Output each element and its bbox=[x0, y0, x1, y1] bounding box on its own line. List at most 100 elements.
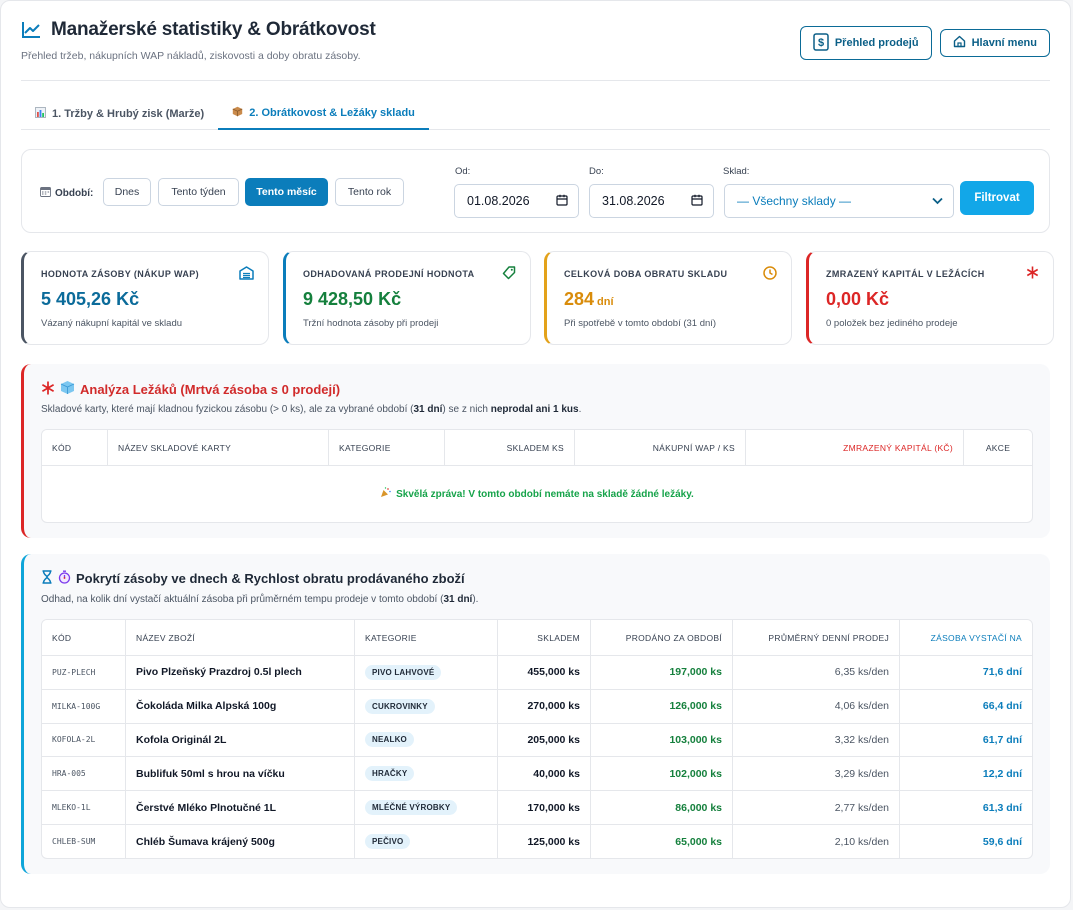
table-cell: 65,000 ks bbox=[591, 824, 733, 858]
category-badge: PEČIVO bbox=[365, 834, 411, 850]
dollar-icon: $ bbox=[813, 32, 829, 54]
kpi-sale-value: ODHADOVANÁ PRODEJNÍ HODNOTA 9 428,50 Kč … bbox=[283, 251, 531, 345]
table-cell: 3,32 ks/den bbox=[733, 723, 900, 757]
column-header: KÓD bbox=[42, 620, 126, 655]
tab-turnover[interactable]: 2. Obrátkovost & Ležáky skladu bbox=[218, 97, 429, 130]
filter-panel: Období: Dnes Tento týden Tento měsíc Ten… bbox=[21, 149, 1050, 233]
kpi-title: CELKOVÁ DOBA OBRATU SKLADU bbox=[564, 269, 728, 279]
line-chart-icon bbox=[21, 21, 41, 39]
date-from-input[interactable]: 01.08.2026 bbox=[454, 184, 579, 218]
warehouse-select[interactable]: — Všechny sklady — bbox=[724, 184, 954, 218]
dead-stock-panel: Analýza Ležáků (Mrtvá zásoba s 0 prodejí… bbox=[21, 364, 1050, 538]
column-header: KÓD bbox=[42, 430, 108, 465]
main-menu-button[interactable]: Hlavní menu bbox=[939, 29, 1050, 57]
page-title: Manažerské statistiky & Obrátkovost bbox=[51, 19, 376, 40]
product-code: PUZ-PLECH bbox=[52, 667, 96, 677]
table-cell: 197,000 ks bbox=[591, 656, 733, 689]
stock-quantity: 170,000 ks bbox=[527, 801, 580, 814]
period-year-button[interactable]: Tento rok bbox=[335, 178, 404, 206]
category-badge: PIVO LAHVOVÉ bbox=[365, 664, 442, 680]
table-cell: PEČIVO bbox=[355, 824, 498, 858]
empty-state: Skvělá zpráva! V tomto období nemáte na … bbox=[42, 466, 1032, 522]
kpi-turnover-days: CELKOVÁ DOBA OBRATU SKLADU 284 dní Při sp… bbox=[544, 251, 792, 345]
column-header: SKLADEM bbox=[498, 620, 591, 655]
table-cell: 2,77 ks/den bbox=[733, 791, 900, 824]
warehouse-label: Sklad: bbox=[723, 166, 750, 177]
calendar-picker-icon[interactable] bbox=[556, 194, 568, 209]
party-popper-icon bbox=[380, 487, 391, 501]
dead-stock-description: Skladové karty, které mají kladnou fyzic… bbox=[41, 404, 581, 415]
table-cell: NEALKO bbox=[355, 723, 498, 757]
period-week-button[interactable]: Tento týden bbox=[158, 178, 239, 206]
sold-quantity: 65,000 ks bbox=[675, 835, 722, 848]
table-cell: 12,2 dní bbox=[900, 757, 1032, 790]
bar-chart-icon bbox=[35, 106, 46, 121]
daily-average: 2,77 ks/den bbox=[834, 801, 889, 814]
table-cell: 270,000 ks bbox=[498, 689, 591, 723]
period-month-button[interactable]: Tento měsíc bbox=[245, 178, 328, 206]
kpi-value: 0,00 Kč bbox=[826, 289, 889, 310]
chevron-down-icon bbox=[932, 194, 943, 208]
table-cell: 126,000 ks bbox=[591, 689, 733, 723]
column-header: KATEGORIE bbox=[329, 430, 445, 465]
coverage-days: 61,3 dní bbox=[982, 801, 1022, 814]
coverage-days: 59,6 dní bbox=[982, 835, 1022, 848]
table-cell: 6,35 ks/den bbox=[733, 656, 900, 689]
column-header: KATEGORIE bbox=[355, 620, 498, 655]
table-cell: 61,7 dní bbox=[900, 724, 1032, 757]
kpi-title: ODHADOVANÁ PRODEJNÍ HODNOTA bbox=[303, 269, 475, 279]
stock-quantity: 270,000 ks bbox=[527, 700, 580, 713]
tab-revenue[interactable]: 1. Tržby & Hrubý zisk (Marže) bbox=[21, 97, 218, 130]
table-row: CHLEB-SUM Chléb Šumava krájený 500g PEČIVO… bbox=[42, 824, 1032, 858]
kpi-unit: dní bbox=[597, 296, 614, 308]
product-name: Bublifuk 50ml s hrou na víčku bbox=[136, 767, 285, 780]
category-badge: MLÉČNÉ VÝROBKY bbox=[365, 800, 458, 816]
svg-text:$: $ bbox=[818, 37, 824, 49]
kpi-value: 5 405,26 Kč bbox=[41, 289, 139, 310]
package-icon bbox=[232, 106, 243, 120]
table-row: KOFOLA-2L Kofola Originál 2L NEALKO 205,000… bbox=[42, 723, 1032, 758]
coverage-days: 71,6 dní bbox=[982, 666, 1022, 679]
product-name: Pivo Plzeňský Prazdroj 0.5l plech bbox=[136, 666, 302, 679]
sales-overview-button[interactable]: $ Přehled prodejů bbox=[799, 26, 932, 60]
column-header: PRŮMĚRNÝ DENNÍ PRODEJ bbox=[733, 620, 900, 655]
kpi-frozen-capital: ZMRAZENÝ KAPITÁL V LEŽÁCÍCH 0,00 Kč 0 po… bbox=[806, 251, 1054, 345]
sold-quantity: 86,000 ks bbox=[675, 801, 722, 814]
table-cell: 102,000 ks bbox=[591, 757, 733, 791]
tab-turnover-label: 2. Obrátkovost & Ležáky skladu bbox=[249, 106, 415, 119]
column-header: AKCE bbox=[985, 442, 1011, 453]
kpi-stock-value: HODNOTA ZÁSOBY (NÁKUP WAP) 5 405,26 Kč V… bbox=[21, 251, 269, 345]
kpi-title: ZMRAZENÝ KAPITÁL V LEŽÁCÍCH bbox=[826, 269, 985, 279]
stock-quantity: 125,000 ks bbox=[527, 835, 580, 848]
coverage-title-text: Pokrytí zásoby ve dnech & Rychlost obrat… bbox=[76, 571, 465, 586]
table-cell: Pivo Plzeňský Prazdroj 0.5l plech bbox=[126, 656, 355, 689]
page-container: Manažerské statistiky & Obrátkovost Přeh… bbox=[0, 0, 1071, 908]
table-header: KÓD NÁZEV ZBOŽÍ KATEGORIE SKLADEM PRODÁN… bbox=[42, 620, 1032, 656]
period-today-button[interactable]: Dnes bbox=[103, 178, 151, 206]
clock-icon bbox=[763, 266, 777, 283]
snowflake-icon bbox=[1026, 266, 1039, 282]
column-header: NÁKUPNÍ WAP / KS bbox=[575, 430, 746, 465]
table-cell: Čerstvé Mléko Plnotučné 1L bbox=[126, 791, 355, 824]
calendar-picker-icon[interactable] bbox=[691, 194, 703, 209]
sales-overview-label: Přehled prodejů bbox=[834, 37, 919, 49]
dead-stock-title-text: Analýza Ležáků (Mrtvá zásoba s 0 prodejí… bbox=[80, 381, 341, 397]
product-name: Čerstvé Mléko Plnotučné 1L bbox=[136, 801, 277, 814]
filter-submit-button[interactable]: Filtrovat bbox=[960, 181, 1034, 215]
table-cell: Kofola Originál 2L bbox=[126, 723, 355, 757]
desc-part: Odhad, na kolik dní vystačí aktuální zás… bbox=[41, 594, 444, 605]
column-header: ZMRAZENÝ KAPITÁL (KČ) bbox=[746, 430, 964, 465]
date-to-input[interactable]: 31.08.2026 bbox=[589, 184, 714, 218]
kpi-value: 284 dní bbox=[564, 289, 614, 310]
desc-part: . bbox=[578, 404, 582, 415]
column-header: NÁZEV SKLADOVÉ KARTY bbox=[108, 430, 329, 465]
stock-quantity: 40,000 ks bbox=[533, 767, 580, 780]
column-header: ZÁSOBA VYSTAČÍ NA bbox=[930, 632, 1022, 643]
sold-quantity: 197,000 ks bbox=[669, 666, 722, 679]
stopwatch-icon bbox=[58, 570, 71, 587]
main-menu-label: Hlavní menu bbox=[971, 37, 1037, 49]
table-cell: 40,000 ks bbox=[498, 757, 591, 791]
product-name: Čokoláda Milka Alpská 100g bbox=[136, 700, 277, 713]
warehouse-value: — Všechny sklady — bbox=[737, 194, 852, 208]
date-to-label: Do: bbox=[589, 166, 604, 177]
